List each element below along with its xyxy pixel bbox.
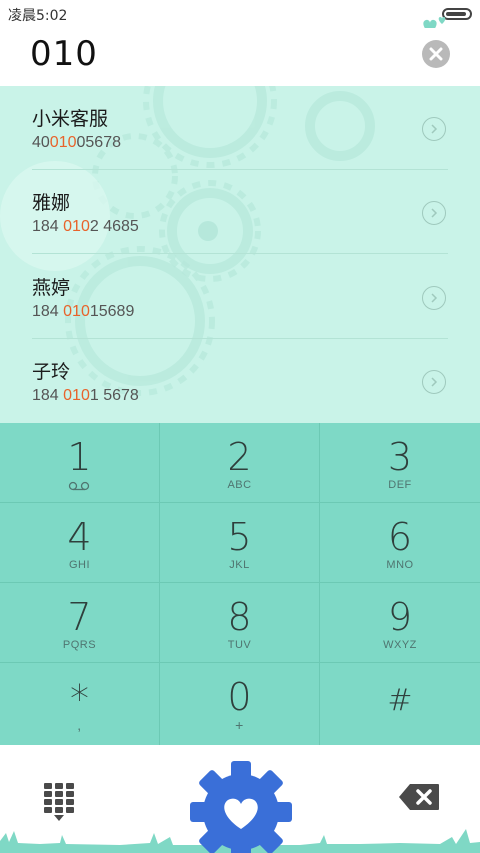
contact-row[interactable]: 雅娜 184 0102 4685 <box>0 170 480 254</box>
key-letters: JKL <box>229 559 250 571</box>
key-digit: * <box>70 677 89 721</box>
contact-number: 184 0102 4685 <box>32 218 139 235</box>
gear-heart-icon[interactable] <box>188 759 294 853</box>
contact-number: 184 0101 5678 <box>32 387 139 404</box>
key-digit: 0 <box>227 675 252 719</box>
key-digit: 9 <box>387 595 413 639</box>
dialpad: 1 2 ABC 3 DEF 4 GHI 5 JKL 6 MNO 7 PQRS 8… <box>0 423 480 745</box>
backspace-icon[interactable] <box>398 783 440 811</box>
bottom-bar <box>0 745 480 853</box>
contact-name: 小米客服 <box>32 108 109 130</box>
dial-key-1[interactable]: 1 <box>0 423 160 503</box>
chevron-right-circle-icon[interactable] <box>422 370 446 394</box>
contact-number: 4001005678 <box>32 134 121 151</box>
dial-key-5[interactable]: 5 JKL <box>160 503 320 583</box>
key-digit: 2 <box>227 435 252 479</box>
dial-key-8[interactable]: 8 TUV <box>160 583 320 663</box>
contact-name: 子玲 <box>32 361 71 383</box>
key-letters: WXYZ <box>383 639 417 651</box>
key-letters: ABC <box>227 479 252 491</box>
contact-number: 184 01015689 <box>32 303 135 320</box>
dialpad-grid-icon[interactable] <box>42 781 76 821</box>
key-letters: GHI <box>68 559 91 571</box>
dial-key-9[interactable]: 9 WXYZ <box>320 583 480 663</box>
close-circle-icon[interactable] <box>422 40 450 68</box>
contact-row[interactable]: 燕婷 184 01015689 <box>0 255 480 339</box>
status-bar: 凌晨5:02 <box>0 0 480 34</box>
status-time: 凌晨5:02 <box>8 8 68 24</box>
key-digit: 3 <box>387 435 413 479</box>
chevron-right-circle-icon[interactable] <box>422 117 446 141</box>
key-digit: # <box>387 683 413 718</box>
key-digit: 4 <box>67 515 92 559</box>
dial-key-7[interactable]: 7 PQRS <box>0 583 160 663</box>
dial-key-4[interactable]: 4 GHI <box>0 503 160 583</box>
search-header: 010 <box>0 28 480 86</box>
dial-key-2[interactable]: 2 ABC <box>160 423 320 503</box>
contact-row[interactable]: 子玲 184 0101 5678 <box>0 339 480 423</box>
dial-key-6[interactable]: 6 MNO <box>320 503 480 583</box>
key-letters: MNO <box>386 559 414 571</box>
voicemail-icon <box>68 481 90 491</box>
key-letters: , <box>77 717 82 733</box>
divider <box>32 253 448 254</box>
contact-row[interactable]: 小米客服 4001005678 <box>0 86 480 170</box>
key-digit: 1 <box>67 435 92 479</box>
contact-name: 雅娜 <box>32 192 71 214</box>
dial-key-3[interactable]: 3 DEF <box>320 423 480 503</box>
key-letters: PQRS <box>62 639 97 651</box>
chevron-right-circle-icon[interactable] <box>422 286 446 310</box>
results-list: 小米客服 4001005678 雅娜 184 0102 4685 燕婷 184 … <box>0 86 480 423</box>
key-letters: TUV <box>227 639 252 651</box>
contact-name: 燕婷 <box>32 277 71 299</box>
dial-key-star[interactable]: * , <box>0 663 160 745</box>
dialed-number[interactable]: 010 <box>30 34 98 74</box>
key-digit: 6 <box>387 515 413 559</box>
key-digit: 8 <box>227 595 252 639</box>
dial-key-0[interactable]: 0 + <box>160 663 320 745</box>
key-digit: 5 <box>227 515 252 559</box>
key-digit: 7 <box>67 595 92 639</box>
key-letters: + <box>235 717 244 733</box>
dial-key-hash[interactable]: # <box>320 663 480 745</box>
chevron-right-circle-icon[interactable] <box>422 201 446 225</box>
key-letters: DEF <box>388 479 412 491</box>
